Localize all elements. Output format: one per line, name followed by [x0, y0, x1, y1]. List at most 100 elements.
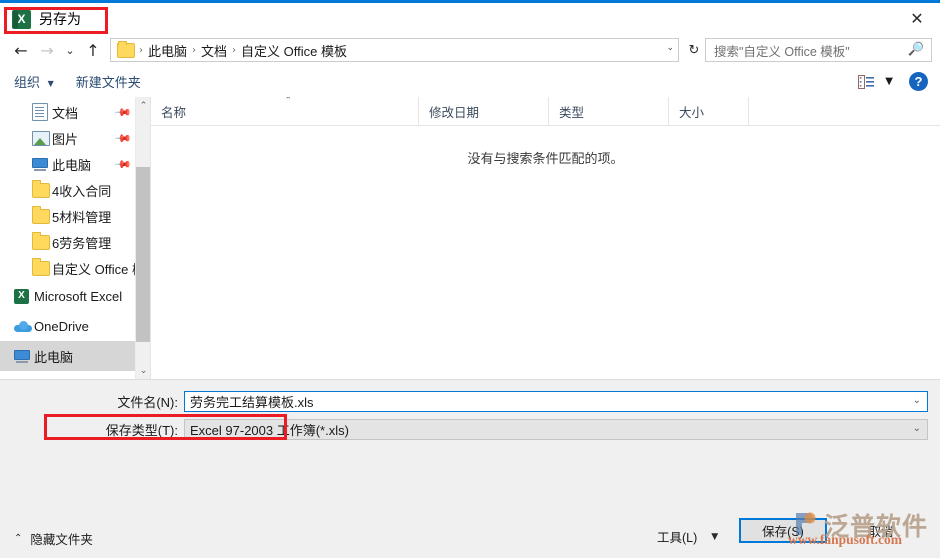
sidebar-item-this-pc[interactable]: 此电脑	[0, 341, 136, 371]
breadcrumb-separator: ›	[192, 44, 197, 56]
breadcrumb-item-2[interactable]: 自定义 Office 模板	[238, 41, 350, 60]
filename-label: 文件名(N):	[117, 395, 178, 410]
column-header-name[interactable]: 名称 ⌃	[151, 97, 419, 125]
column-header-type[interactable]: 类型	[549, 97, 669, 125]
sidebar-scrollbar[interactable]: ⌃ ⌄	[135, 97, 150, 379]
computer-icon	[32, 157, 52, 171]
picture-icon	[32, 130, 52, 146]
sidebar-item-label: 6劳务管理	[52, 235, 112, 251]
recent-locations-icon[interactable]: ⌄	[60, 37, 80, 63]
sidebar-item-label: 5材料管理	[52, 209, 112, 225]
folder-icon	[32, 231, 52, 250]
sidebar-item-label: 4收入合同	[52, 183, 112, 199]
back-icon[interactable]: ←	[8, 37, 34, 63]
navigation-bar: ← → ⌄ ↑ › 此电脑 › 文档 › 自定义 Office 模板 ⌄ ↻ 搜…	[0, 34, 940, 66]
excel-icon	[14, 288, 34, 304]
sidebar-item-network[interactable]: 网络	[0, 371, 136, 379]
tools-button[interactable]: 工具(L) ▼	[657, 527, 718, 546]
save-as-dialog: 另存为 ✕ ← → ⌄ ↑ › 此电脑 › 文档 › 自定义 Office 模板…	[0, 0, 940, 558]
sidebar-item-label: OneDrive	[34, 318, 89, 334]
view-layout-icon[interactable]	[858, 74, 875, 89]
search-icon: 🔍	[907, 42, 924, 57]
sidebar-item-label: 自定义 Office 模	[52, 261, 136, 277]
sidebar-item-labor-management[interactable]: 6劳务管理	[0, 229, 136, 255]
new-folder-button[interactable]: 新建文件夹	[68, 70, 149, 93]
breadcrumb-item-1[interactable]: 文档	[198, 41, 230, 60]
organize-button[interactable]: 组织 ▼	[6, 70, 62, 93]
navigation-pane: 文档 📌 图片 📌 此电脑 📌 4收入合同 5材料管理 6劳务管理 自定义 Of…	[0, 97, 151, 379]
file-form-area: 文件名(N): 劳务完工结算模板.xls ⌄ 保存类型(T): Excel 97…	[0, 379, 940, 520]
filetype-value: Excel 97-2003 工作簿(*.xls)	[190, 423, 349, 438]
refresh-icon[interactable]: ↻	[683, 38, 705, 62]
folder-icon	[117, 40, 135, 58]
column-label: 修改日期	[429, 105, 480, 120]
column-label: 类型	[559, 105, 585, 120]
pin-icon: 📌	[113, 103, 133, 122]
sidebar-item-label: 文档	[52, 105, 79, 121]
organize-label: 组织	[14, 75, 41, 90]
folder-icon	[32, 257, 52, 276]
scroll-up-icon[interactable]: ⌃	[136, 97, 150, 114]
breadcrumb-separator: ›	[139, 44, 143, 56]
tools-label: 工具(L)	[657, 531, 698, 545]
sidebar-item-pictures[interactable]: 图片 📌	[0, 125, 136, 151]
sidebar-item-documents[interactable]: 文档 📌	[0, 99, 136, 125]
view-dropdown-icon[interactable]: ▼	[885, 76, 893, 87]
title-bar: 另存为 ✕	[0, 3, 940, 34]
cloud-icon	[14, 320, 34, 332]
breadcrumb-item-0[interactable]: 此电脑	[145, 41, 190, 60]
search-placeholder: 搜索"自定义 Office 模板"	[714, 44, 850, 59]
computer-icon	[14, 349, 34, 363]
empty-list-message: 没有与搜索条件匹配的项。	[467, 151, 624, 166]
filetype-select[interactable]: Excel 97-2003 工作簿(*.xls) ⌄	[184, 419, 928, 440]
sidebar-list: 文档 📌 图片 📌 此电脑 📌 4收入合同 5材料管理 6劳务管理 自定义 Of…	[0, 97, 136, 379]
chevron-down-icon[interactable]: ⌄	[913, 423, 921, 434]
column-header-row: 名称 ⌃ 修改日期 类型 大小	[151, 97, 940, 126]
chevron-up-icon: ⌃	[14, 533, 23, 544]
title-group: 另存为	[8, 7, 91, 31]
up-icon[interactable]: ↑	[80, 37, 106, 63]
window-title: 另存为	[39, 11, 81, 27]
cancel-button[interactable]: 取消	[837, 518, 925, 543]
chevron-down-icon[interactable]: ⌄	[666, 43, 674, 53]
column-header-date-modified[interactable]: 修改日期	[419, 97, 549, 125]
document-icon	[32, 103, 52, 121]
close-icon[interactable]: ✕	[894, 3, 940, 34]
sort-ascending-icon: ⌃	[284, 97, 293, 106]
chevron-down-icon[interactable]: ⌄	[913, 395, 921, 406]
sidebar-item-material-management[interactable]: 5材料管理	[0, 203, 136, 229]
help-icon[interactable]: ?	[909, 72, 928, 91]
pin-icon: 📌	[113, 129, 133, 148]
filename-value: 劳务完工结算模板.xls	[190, 395, 314, 410]
sidebar-item-income-contracts[interactable]: 4收入合同	[0, 177, 136, 203]
breadcrumb[interactable]: › 此电脑 › 文档 › 自定义 Office 模板 ⌄	[110, 38, 679, 62]
sidebar-item-microsoft-excel[interactable]: Microsoft Excel	[0, 281, 136, 311]
folder-icon	[32, 179, 52, 198]
column-label: 名称	[161, 105, 187, 120]
command-bar-right: ▼ ?	[858, 72, 940, 91]
search-input[interactable]: 搜索"自定义 Office 模板" 🔍	[705, 38, 932, 62]
hide-folders-label: 隐藏文件夹	[30, 533, 93, 547]
scroll-down-icon[interactable]: ⌄	[136, 362, 150, 379]
filetype-label: 保存类型(T):	[105, 423, 178, 438]
sidebar-item-custom-office-templates[interactable]: 自定义 Office 模	[0, 255, 136, 281]
sidebar-item-label: 此电脑	[52, 157, 92, 173]
filename-row: 文件名(N): 劳务完工结算模板.xls ⌄	[0, 391, 940, 412]
save-button[interactable]: 保存(S)	[739, 518, 827, 543]
excel-icon	[12, 9, 31, 29]
command-bar: 组织 ▼ 新建文件夹 ▼ ?	[0, 66, 940, 97]
pin-icon: 📌	[113, 155, 133, 174]
filename-input[interactable]: 劳务完工结算模板.xls ⌄	[184, 391, 928, 412]
chevron-down-icon: ▼	[47, 79, 54, 89]
forward-icon[interactable]: →	[34, 37, 60, 63]
sidebar-item-label: 图片	[52, 131, 79, 147]
sidebar-item-onedrive[interactable]: OneDrive	[0, 311, 136, 341]
sidebar-item-this-pc-quick[interactable]: 此电脑 📌	[0, 151, 136, 177]
file-list-pane: 名称 ⌃ 修改日期 类型 大小 没有与搜索条件匹配的项。	[151, 97, 940, 379]
scrollbar-thumb[interactable]	[136, 167, 150, 342]
sidebar-item-label: Microsoft Excel	[34, 288, 123, 304]
column-header-size[interactable]: 大小	[669, 97, 749, 125]
hide-folders-button[interactable]: ⌃ 隐藏文件夹	[14, 529, 93, 548]
column-label: 大小	[679, 105, 705, 120]
filetype-row: 保存类型(T): Excel 97-2003 工作簿(*.xls) ⌄	[0, 419, 940, 440]
